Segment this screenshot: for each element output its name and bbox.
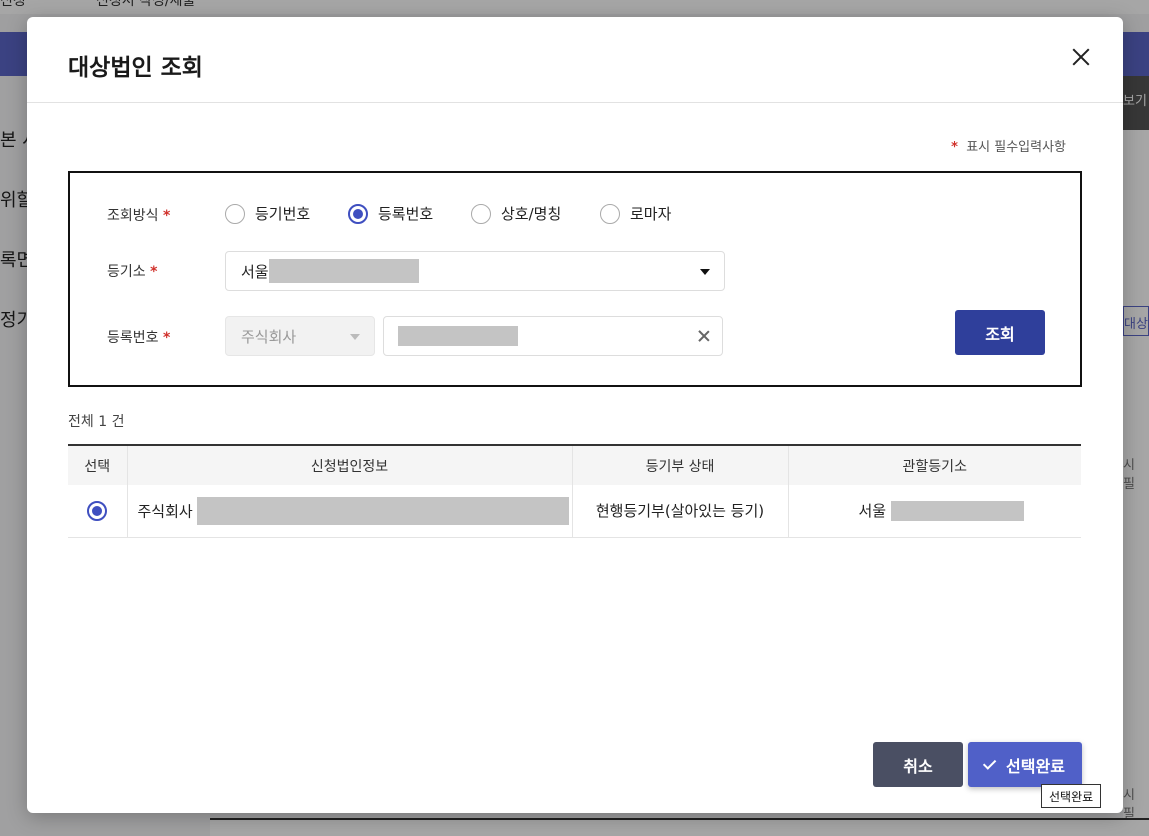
required-note-text: 표시 필수입력사항 <box>966 140 1066 155</box>
radio-registry-number[interactable]: 등기번호 <box>225 203 310 224</box>
radio-roman[interactable]: 로마자 <box>600 203 671 224</box>
radio-label: 로마자 <box>630 205 672 223</box>
confirm-button[interactable]: 선택완료 <box>968 742 1082 787</box>
tooltip: 선택완료 <box>1041 784 1102 808</box>
regno-label-text: 등록번호 <box>107 330 159 346</box>
radio-circle[interactable] <box>600 203 620 224</box>
column-header: 등기부 상태 <box>571 445 788 485</box>
column-header: 신청법인정보 <box>126 445 572 485</box>
required-star: * <box>150 264 158 280</box>
radio-circle[interactable] <box>348 203 368 224</box>
check-icon <box>982 756 997 770</box>
table-row[interactable]: 주식회사 현행등기부(살아있는 등기) 서울 <box>68 485 1081 538</box>
method-label: 조회방식 * <box>107 205 170 225</box>
redacted-block <box>890 500 1024 521</box>
redacted-block <box>197 496 570 525</box>
registry-select[interactable]: 서울 <box>225 251 725 291</box>
radio-circle[interactable] <box>471 203 491 224</box>
method-label-text: 조회방식 <box>107 208 159 224</box>
required-star: * <box>162 208 171 224</box>
regno-input[interactable] <box>383 316 723 356</box>
office-text: 서울 <box>858 502 887 521</box>
modal-title: 대상법인 조회 <box>68 55 203 81</box>
redacted-block <box>398 326 518 346</box>
table-header-row: 선택 신청법인정보 등기부 상태 관할등기소 <box>68 445 1081 485</box>
corp-search-modal: 대상법인 조회 * 표시 필수입력사항 조회방식 * 등기번호 등록번호 상호/… <box>27 17 1123 813</box>
radio-trade-name[interactable]: 상호/명칭 <box>471 203 561 224</box>
chevron-down-icon <box>700 269 710 275</box>
radio-registration-number[interactable]: 등록번호 <box>348 203 433 224</box>
column-header: 선택 <box>68 445 127 485</box>
radio-label: 상호/명칭 <box>501 205 562 223</box>
radio-label: 등기번호 <box>255 205 311 223</box>
registry-select-value: 서울 <box>241 262 269 281</box>
search-form: 조회방식 * 등기번호 등록번호 상호/명칭 로마자 등기소 * 서울 등록번호… <box>68 171 1082 387</box>
redacted-block <box>268 259 419 283</box>
corp-type-select: 주식회사 <box>225 316 375 356</box>
result-table: 선택 신청법인정보 등기부 상태 관할등기소 주식회사 현행등기부(살아있는 등… <box>68 444 1081 538</box>
chevron-down-icon <box>350 334 360 340</box>
row-select-radio[interactable] <box>87 500 108 521</box>
status-cell: 현행등기부(살아있는 등기) <box>571 485 788 538</box>
confirm-button-label: 선택완료 <box>1006 756 1065 776</box>
close-icon[interactable] <box>1069 45 1093 69</box>
corp-info-cell: 주식회사 <box>126 485 572 538</box>
radio-label: 등록번호 <box>378 205 434 223</box>
radio-circle[interactable] <box>225 203 245 224</box>
modal-header: 대상법인 조회 <box>27 17 1123 103</box>
corp-type-text: 주식회사 <box>137 502 193 521</box>
required-star: * <box>951 140 958 155</box>
select-cell[interactable] <box>68 485 127 538</box>
required-star: * <box>162 330 171 346</box>
cancel-button[interactable]: 취소 <box>873 742 963 787</box>
corp-type-value: 주식회사 <box>241 327 297 346</box>
clear-icon[interactable] <box>698 330 710 342</box>
office-cell: 서울 <box>787 485 1081 538</box>
registry-label-text: 등기소 <box>107 264 146 280</box>
registry-label: 등기소 * <box>107 261 157 281</box>
regno-label: 등록번호 * <box>107 327 170 347</box>
column-header: 관할등기소 <box>787 445 1081 485</box>
total-count: 전체 1 건 <box>68 414 125 430</box>
search-button[interactable]: 조회 <box>955 310 1045 355</box>
required-note: * 표시 필수입력사항 <box>951 136 1066 155</box>
